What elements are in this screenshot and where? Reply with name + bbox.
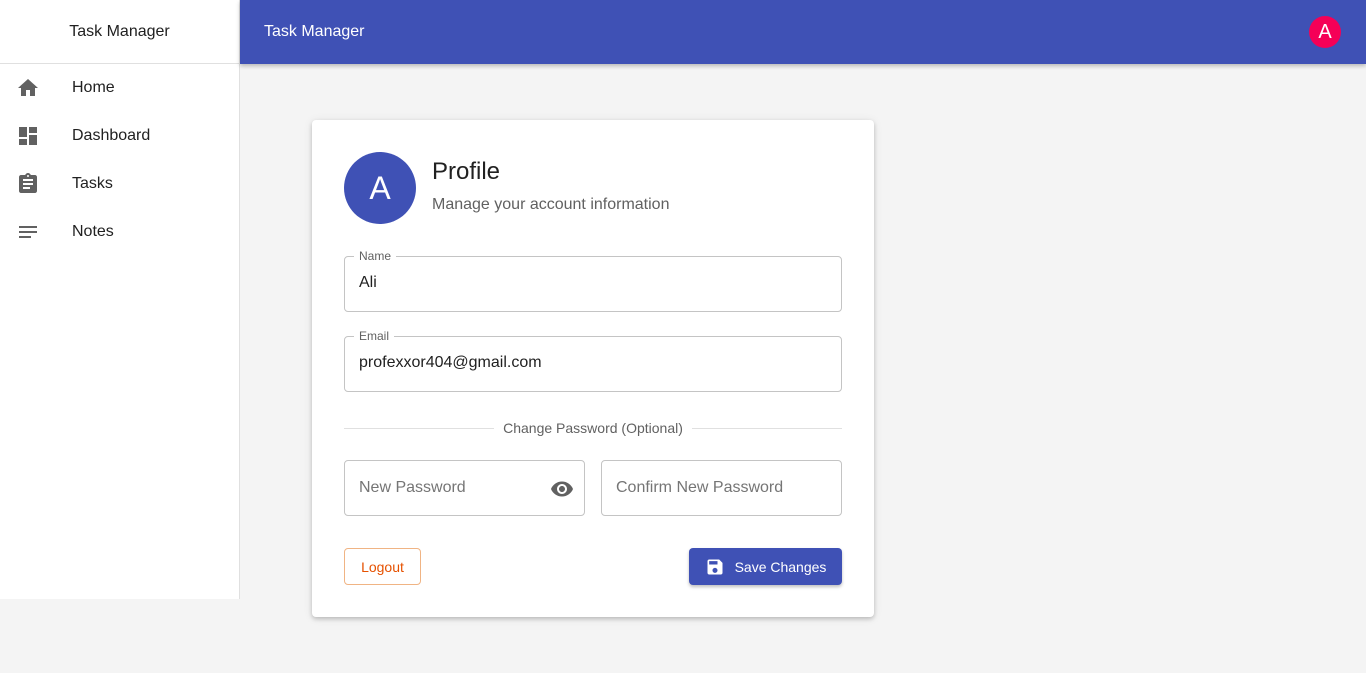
divider-line [691, 427, 843, 429]
app-bar-title: Task Manager [264, 23, 365, 40]
assignment-icon [16, 172, 40, 196]
save-changes-button[interactable]: Save Changes [689, 548, 842, 585]
page-subtitle: Manage your account information [432, 196, 670, 213]
new-password-field[interactable]: New Password [344, 460, 585, 516]
divider-line [344, 427, 495, 429]
sidebar-item-label: Notes [72, 223, 114, 240]
sidebar-item-notes[interactable]: Notes [0, 208, 239, 256]
page-title: Profile [432, 158, 501, 185]
visibility-icon[interactable] [550, 477, 574, 501]
sidebar-item-label: Dashboard [72, 127, 151, 144]
logout-button[interactable]: Logout [344, 548, 421, 585]
sidebar: Task Manager Home Dashboard Tasks Notes [0, 0, 240, 599]
password-section-divider: Change Password (Optional) [344, 418, 843, 438]
name-field[interactable]: Name Ali [344, 249, 842, 312]
sidebar-title: Task Manager [0, 0, 239, 64]
email-field-value[interactable]: profexxor404@gmail.com [359, 354, 542, 372]
dashboard-icon [16, 124, 40, 148]
app-bar: Task Manager A [240, 0, 1366, 64]
sidebar-item-dashboard[interactable]: Dashboard [0, 112, 239, 160]
confirm-password-placeholder: Confirm New Password [616, 479, 784, 496]
email-field-label: Email [354, 329, 395, 343]
name-field-value[interactable]: Ali [359, 274, 377, 292]
form-actions: Logout Save Changes [344, 548, 842, 585]
sidebar-item-home[interactable]: Home [0, 64, 239, 112]
email-field[interactable]: Email profexxor404@gmail.com [344, 329, 842, 392]
profile-card: A Profile Manage your account informatio… [312, 120, 874, 617]
profile-header: A Profile Manage your account informatio… [344, 152, 842, 224]
save-changes-label: Save Changes [734, 558, 827, 575]
sidebar-item-tasks[interactable]: Tasks [0, 160, 239, 208]
sidebar-item-label: Home [72, 79, 115, 96]
profile-avatar: A [344, 152, 416, 224]
password-row: New Password Confirm New Password [344, 460, 842, 516]
user-avatar[interactable]: A [1309, 16, 1341, 48]
sidebar-item-label: Tasks [72, 175, 113, 192]
home-icon [16, 76, 40, 100]
divider-text: Change Password (Optional) [503, 420, 683, 436]
notes-icon [16, 220, 40, 244]
new-password-placeholder: New Password [359, 479, 466, 496]
confirm-password-field[interactable]: Confirm New Password [601, 460, 842, 516]
save-icon [707, 559, 723, 574]
name-field-label: Name [354, 249, 397, 263]
